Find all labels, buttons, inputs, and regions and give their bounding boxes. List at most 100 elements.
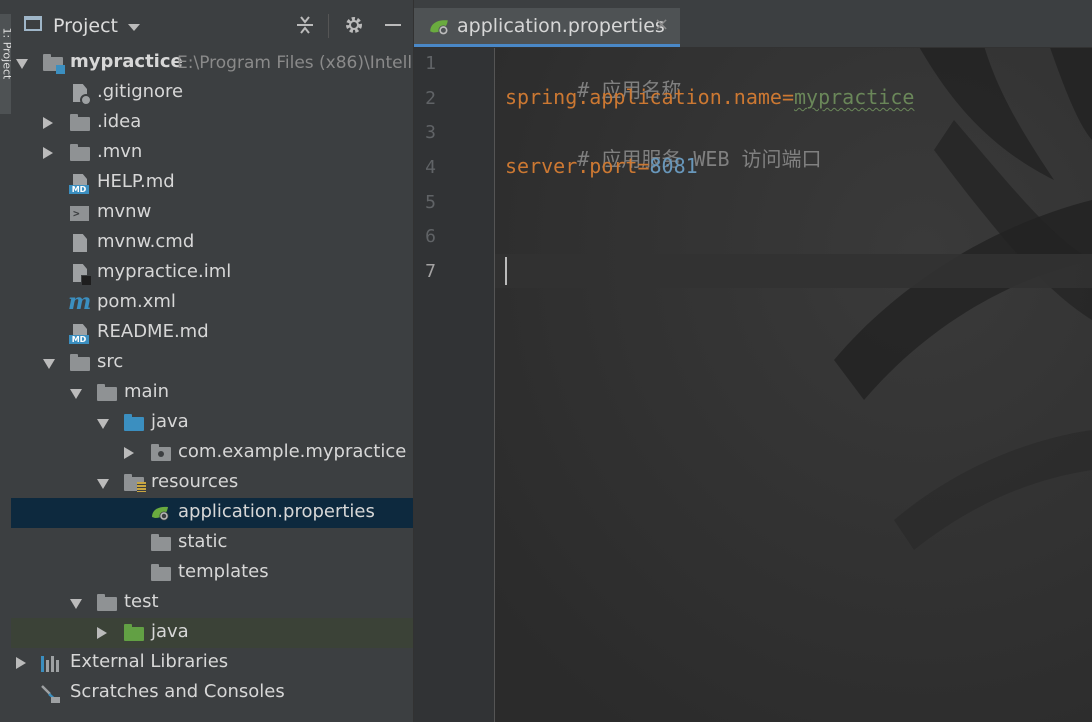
- tree-item-main[interactable]: main: [11, 378, 413, 408]
- tree-item-scratches[interactable]: Scratches and Consoles: [11, 678, 413, 708]
- ide-window: 1: Project Project mypractice E:\Program…: [0, 0, 1092, 722]
- gear-icon[interactable]: [343, 14, 365, 36]
- folder-icon: [70, 354, 90, 371]
- expand-arrow-icon[interactable]: [97, 479, 109, 489]
- expand-arrow-icon[interactable]: [43, 359, 55, 369]
- tree-item-iml[interactable]: mypractice.iml: [11, 258, 413, 288]
- tree-item-label: pom.xml: [97, 291, 176, 312]
- close-icon[interactable]: ×: [654, 14, 669, 35]
- test-source-folder-icon: [124, 624, 144, 641]
- expand-arrow-icon[interactable]: [43, 117, 53, 129]
- maven-icon: m: [68, 289, 92, 315]
- library-icon: [41, 656, 63, 672]
- tree-item-label: static: [178, 531, 228, 552]
- tree-item-templates[interactable]: templates: [11, 558, 413, 588]
- expand-arrow-icon[interactable]: [70, 389, 82, 399]
- tree-item-readme[interactable]: MD README.md: [11, 318, 413, 348]
- tree-item-mvnw[interactable]: > mvnw: [11, 198, 413, 228]
- tree-item-package[interactable]: com.example.mypractice: [11, 438, 413, 468]
- tree-item-label: .mvn: [97, 141, 143, 162]
- tree-item-label: src: [97, 351, 124, 372]
- expand-arrow-icon[interactable]: [124, 447, 134, 459]
- equals-sign: =: [637, 154, 650, 178]
- line-number: 1: [425, 53, 436, 74]
- panel-title[interactable]: Project: [53, 15, 118, 37]
- line-number: 5: [425, 192, 436, 213]
- folder-icon: [151, 564, 171, 581]
- shell-script-icon: >: [70, 206, 89, 221]
- tree-item-label: java: [151, 621, 189, 642]
- tree-item-mypractice[interactable]: mypractice E:\Program Files (x86)\Intell: [11, 48, 413, 78]
- project-icon: [24, 16, 42, 31]
- project-tool-button[interactable]: 1: Project: [0, 14, 14, 114]
- tree-item-label: templates: [178, 561, 269, 582]
- line-number: 2: [425, 88, 436, 109]
- ignore-badge-icon: [80, 94, 92, 106]
- tree-item-label: Scratches and Consoles: [70, 681, 285, 702]
- expand-arrow-icon[interactable]: [70, 599, 82, 609]
- tree-item-help-md[interactable]: MD HELP.md: [11, 168, 413, 198]
- line-number-gutter: 1 2 3 4 5 6 7: [414, 48, 495, 722]
- tree-item-application-properties[interactable]: application.properties: [11, 498, 413, 528]
- tree-item-label: mypractice: [70, 51, 183, 72]
- line-number: 6: [425, 226, 436, 247]
- folder-icon: [70, 144, 90, 161]
- text-caret: [505, 257, 507, 285]
- tree-item-label: mypractice.iml: [97, 261, 232, 282]
- expand-arrow-icon[interactable]: [43, 147, 53, 159]
- tree-item-label: com.example.mypractice: [178, 441, 407, 462]
- tree-item-pom[interactable]: m pom.xml: [11, 288, 413, 318]
- tree-item-label: README.md: [97, 321, 209, 342]
- tree-item-label: main: [124, 381, 169, 402]
- spring-properties-icon: [430, 20, 449, 36]
- tree-item-label: application.properties: [178, 501, 375, 522]
- iml-badge-icon: [81, 275, 92, 286]
- tree-item-java-main[interactable]: java: [11, 408, 413, 438]
- expand-arrow-icon[interactable]: [16, 657, 26, 669]
- tree-item-java-test[interactable]: java: [11, 618, 413, 648]
- project-panel: Project mypractice E:\Program Files (x86…: [11, 0, 414, 722]
- tree-item-label: HELP.md: [97, 171, 175, 192]
- tree-item-label: java: [151, 411, 189, 432]
- property-key: spring.application.name: [505, 85, 782, 109]
- code-line-4[interactable]: server.port=8081: [505, 154, 698, 178]
- tree-item-resources[interactable]: resources: [11, 468, 413, 498]
- editor-tab-bar: application.properties ×: [414, 0, 1092, 48]
- chevron-down-icon[interactable]: [128, 24, 140, 31]
- tree-item-gitignore[interactable]: .gitignore: [11, 78, 413, 108]
- collapse-all-icon[interactable]: [294, 14, 316, 36]
- equals-sign: =: [781, 85, 794, 109]
- tree-item-external-libraries[interactable]: External Libraries: [11, 648, 413, 678]
- property-value-number: 8081: [649, 154, 698, 178]
- scratches-icon: [41, 685, 60, 703]
- folder-icon: [151, 534, 171, 551]
- expand-arrow-icon[interactable]: [16, 59, 28, 69]
- tab-application-properties[interactable]: application.properties ×: [414, 8, 680, 47]
- code-line-2[interactable]: spring.application.name=mypractice: [505, 85, 914, 109]
- line-number: 3: [425, 122, 436, 143]
- tree-item-mvnw-cmd[interactable]: mvnw.cmd: [11, 228, 413, 258]
- expand-arrow-icon[interactable]: [97, 419, 109, 429]
- text-file-icon: [73, 234, 87, 252]
- expand-arrow-icon[interactable]: [97, 627, 107, 639]
- tree-item-label: test: [124, 591, 159, 612]
- tree-item-mvn[interactable]: .mvn: [11, 138, 413, 168]
- folder-icon: [97, 384, 117, 401]
- line-number: 4: [425, 157, 436, 178]
- property-key: server.port: [505, 154, 638, 178]
- tree-item-label: mvnw.cmd: [97, 231, 195, 252]
- tree-item-test[interactable]: test: [11, 588, 413, 618]
- markdown-badge-icon: MD: [69, 335, 89, 344]
- module-badge-icon: [56, 65, 65, 74]
- tree-item-label: .idea: [97, 111, 142, 132]
- tree-item-static[interactable]: static: [11, 528, 413, 558]
- source-folder-icon: [124, 414, 144, 431]
- tree-item-label: resources: [151, 471, 239, 492]
- property-value: mypractice: [794, 85, 915, 109]
- header-divider: [328, 14, 329, 38]
- minimize-icon[interactable]: [382, 14, 404, 36]
- tree-item-label: .gitignore: [97, 81, 184, 102]
- tree-item-idea[interactable]: .idea: [11, 108, 413, 138]
- tree-item-src[interactable]: src: [11, 348, 413, 378]
- current-line-highlight: [414, 254, 1092, 288]
